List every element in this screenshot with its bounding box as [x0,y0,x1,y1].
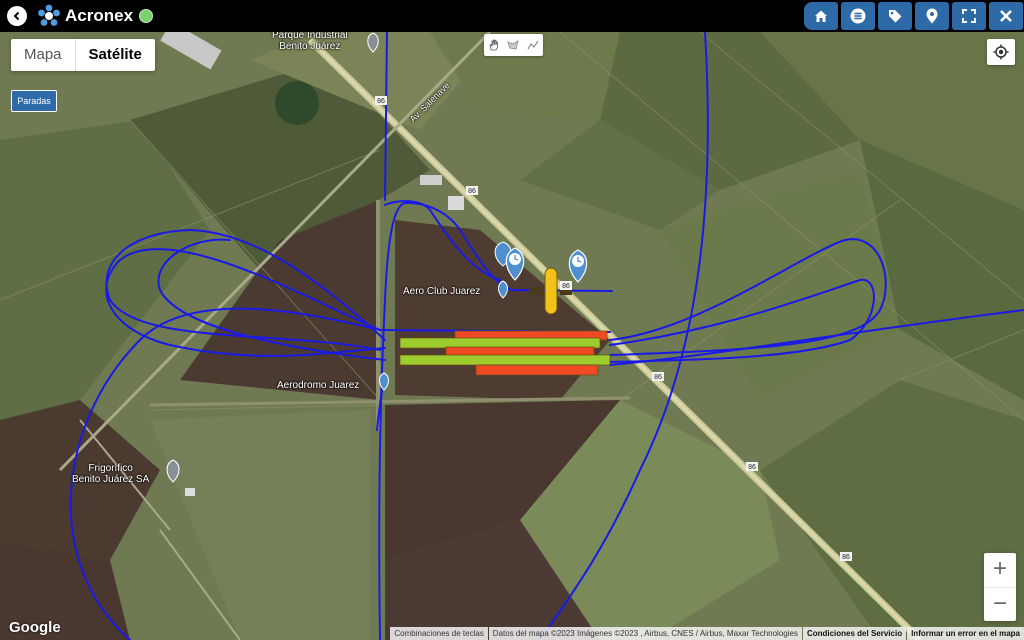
route-shield: 86 [842,554,850,561]
fullscreen-icon [962,9,976,23]
close-icon [1000,10,1012,22]
list-icon [850,8,866,24]
route-shield: 86 [562,283,570,290]
zoom-in-button[interactable]: + [984,553,1016,588]
my-location-button[interactable] [987,39,1015,65]
map-pin-icon [926,8,938,24]
menu-button[interactable] [841,2,875,30]
home-button[interactable] [804,2,838,30]
toolbar [802,0,1024,32]
back-button[interactable] [7,6,27,26]
acronex-logo-icon [38,4,60,26]
map-attribution: Combinaciones de teclas Datos del mapa ©… [389,627,1024,640]
place-label-aero-club: Aero Club Juarez [403,286,481,297]
drawing-tools [484,34,543,56]
app-logo: Acronex [37,4,154,28]
hand-pan-icon[interactable] [488,39,500,51]
map-type-satellite-button[interactable]: Satélite [74,39,155,71]
tag-icon [889,10,902,23]
route-shield: 86 [377,98,385,105]
tag-button[interactable] [878,2,912,30]
route-shield: 86 [468,188,476,195]
zoom-control: + − [984,553,1016,621]
home-icon [815,10,827,22]
route-shield: 86 [748,464,756,471]
google-logo: Google [9,619,61,636]
crosshair-location-icon [993,44,1009,60]
fullscreen-button[interactable] [952,2,986,30]
place-label-parque-industrial: Parque Industrial Benito Juárez [272,30,348,52]
close-button[interactable] [989,2,1023,30]
location-pin-button[interactable] [915,2,949,30]
satellite-map[interactable] [0,32,1024,640]
map-data-attribution: Datos del mapa ©2023 Imágenes ©2023 , Ai… [488,627,802,640]
top-bar: Acronex [0,0,1024,32]
report-map-error-link[interactable]: Informar un error en el mapa [907,627,1024,640]
route-shield: 86 [654,374,662,381]
zoom-out-button[interactable]: − [984,588,1016,622]
terms-of-service-link[interactable]: Condiciones del Servicio [802,627,907,640]
place-label-aerodromo: Aerodromo Juarez [277,380,360,391]
map-type-map-button[interactable]: Mapa [11,39,75,71]
connection-status-indicator [139,9,154,23]
map-type-control: Mapa Satélite [11,39,155,71]
paradas-button[interactable]: Paradas [11,90,57,112]
polygon-icon[interactable] [507,39,520,51]
keyboard-shortcuts-link[interactable]: Combinaciones de teclas [390,627,488,640]
chevron-left-icon [13,11,20,21]
polyline-icon[interactable] [527,39,539,51]
place-label-frigorifico: Frigorífico Benito Juárez SA [72,463,150,485]
app-brand-name: Acronex [65,6,134,25]
